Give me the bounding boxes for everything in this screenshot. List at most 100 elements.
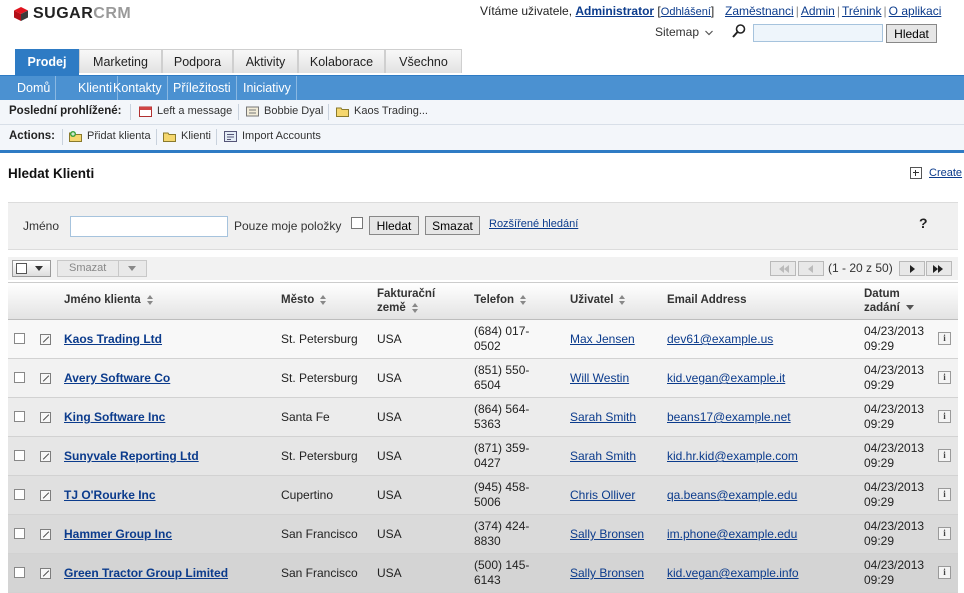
assigned-user-link[interactable]: Chris Olliver xyxy=(570,488,635,502)
next-page-button[interactable] xyxy=(899,261,925,276)
row-checkbox[interactable] xyxy=(14,528,25,539)
about-link[interactable]: O aplikaci xyxy=(889,4,942,18)
global-search-button[interactable]: Hledat xyxy=(886,24,937,43)
name-search-input[interactable] xyxy=(70,216,228,237)
row-checkbox[interactable] xyxy=(14,567,25,578)
email-link[interactable]: kid.vegan@example.it xyxy=(667,371,785,385)
account-name-link[interactable]: King Software Inc xyxy=(64,410,165,424)
col-header-user[interactable]: Uživatel xyxy=(570,294,626,306)
advanced-search-link[interactable]: Rozšířené hledání xyxy=(489,218,578,230)
current-user-link[interactable]: Administrator xyxy=(575,4,654,18)
search-button[interactable]: Hledat xyxy=(369,216,419,235)
col-header-account-name[interactable]: Jméno klienta xyxy=(64,294,154,306)
email-link[interactable]: qa.beans@example.edu xyxy=(667,488,797,502)
email-link[interactable]: im.phone@example.edu xyxy=(667,527,797,541)
tab-kolaborace[interactable]: Kolaborace xyxy=(298,49,385,73)
logo-text: SUGARCRM xyxy=(33,5,132,22)
edit-pencil-icon[interactable] xyxy=(40,373,51,384)
edit-pencil-icon[interactable] xyxy=(40,490,51,501)
assigned-user-link[interactable]: Sally Bronsen xyxy=(570,527,644,541)
assigned-user-link[interactable]: Sally Bronsen xyxy=(570,566,644,580)
edit-pencil-icon[interactable] xyxy=(40,412,51,423)
row-checkbox[interactable] xyxy=(14,489,25,500)
info-icon[interactable]: i xyxy=(938,410,951,423)
create-label[interactable]: Create xyxy=(929,167,962,179)
subtab-prilezitosti[interactable]: Příležitosti xyxy=(168,76,237,100)
info-icon[interactable]: i xyxy=(938,488,951,501)
col-header-email[interactable]: Email Address xyxy=(667,294,746,306)
action-import-accounts[interactable]: Import Accounts xyxy=(224,130,321,142)
assigned-user-link[interactable]: Max Jensen xyxy=(570,332,635,346)
account-name-link[interactable]: Sunyvale Reporting Ltd xyxy=(64,449,199,463)
logout-link[interactable]: Odhlášení xyxy=(661,6,711,18)
edit-pencil-icon[interactable] xyxy=(40,529,51,540)
col-header-date-entered[interactable]: Datum zadání xyxy=(864,287,914,315)
training-link[interactable]: Trénink xyxy=(842,4,882,18)
select-all-dropdown[interactable] xyxy=(12,260,51,277)
info-icon[interactable]: i xyxy=(938,371,951,384)
edit-pencil-icon[interactable] xyxy=(40,451,51,462)
date-entered-cell: 04/23/2013 09:29 xyxy=(864,402,925,431)
assigned-user-link[interactable]: Sarah Smith xyxy=(570,410,636,424)
account-name-link[interactable]: Hammer Group Inc xyxy=(64,527,172,541)
admin-link[interactable]: Admin xyxy=(801,4,835,18)
col-header-phone[interactable]: Telefon xyxy=(474,294,527,306)
action-add-account[interactable]: Přidat klienta xyxy=(69,130,151,142)
email-link[interactable]: kid.vegan@example.info xyxy=(667,566,799,580)
subtab-domu[interactable]: Domů xyxy=(12,76,57,100)
tab-prodej[interactable]: Prodej xyxy=(15,49,79,75)
edit-pencil-icon[interactable] xyxy=(40,334,51,345)
subtab-iniciativy[interactable]: Iniciativy xyxy=(238,76,297,100)
previous-page-button[interactable] xyxy=(798,261,824,276)
city-cell: Cupertino xyxy=(281,488,334,502)
recent-item-left-a-message[interactable]: Left a message xyxy=(139,105,232,117)
account-name-link[interactable]: Green Tractor Group Limited xyxy=(64,566,228,580)
row-checkbox[interactable] xyxy=(14,372,25,383)
select-all-checkbox[interactable] xyxy=(16,263,27,274)
employees-link[interactable]: Zaměstnanci xyxy=(725,4,794,18)
help-icon[interactable]: ? xyxy=(919,215,928,231)
recent-item-bobbie-dyal[interactable]: Bobbie Dyal xyxy=(246,105,323,117)
phone-cell: (684) 017- 0502 xyxy=(474,324,530,353)
info-icon[interactable]: i xyxy=(938,527,951,540)
info-icon[interactable]: i xyxy=(938,332,951,345)
action-accounts-list[interactable]: Klienti xyxy=(163,130,211,142)
import-icon xyxy=(224,130,237,142)
billing-country-cell: USA xyxy=(377,410,402,424)
edit-pencil-icon[interactable] xyxy=(40,568,51,579)
tab-marketing[interactable]: Marketing xyxy=(79,49,162,73)
row-checkbox[interactable] xyxy=(14,450,25,461)
assigned-user-link[interactable]: Sarah Smith xyxy=(570,449,636,463)
sugarcrm-logo[interactable]: SUGARCRM xyxy=(14,3,131,25)
search-icon[interactable] xyxy=(731,23,747,39)
email-link[interactable]: kid.hr.kid@example.com xyxy=(667,449,798,463)
assigned-user-link[interactable]: Will Westin xyxy=(570,371,629,385)
recent-item-kaos-trading[interactable]: Kaos Trading... xyxy=(336,105,428,117)
tab-vsechno[interactable]: Všechno xyxy=(385,49,462,73)
account-name-link[interactable]: Kaos Trading Ltd xyxy=(64,332,162,346)
first-page-button[interactable] xyxy=(770,261,796,276)
email-link[interactable]: beans17@example.net xyxy=(667,410,791,424)
create-link[interactable]: Create xyxy=(910,167,962,179)
only-mine-checkbox[interactable] xyxy=(351,217,363,229)
table-row: Hammer Group Inc San Francisco USA Sally Br… xyxy=(8,515,958,554)
phone-cell: (945) 458- 5006 xyxy=(474,480,530,509)
account-name-link[interactable]: Avery Software Co xyxy=(64,371,170,385)
last-page-button[interactable] xyxy=(926,261,952,276)
info-icon[interactable]: i xyxy=(938,449,951,462)
global-search-input[interactable] xyxy=(753,24,883,42)
col-header-city[interactable]: Město xyxy=(281,294,327,306)
tab-podpora[interactable]: Podpora xyxy=(162,49,233,73)
account-name-link[interactable]: TJ O'Rourke Inc xyxy=(64,488,156,502)
email-link[interactable]: dev61@example.us xyxy=(667,332,773,346)
subtab-kontakty[interactable]: Kontakty xyxy=(108,76,168,100)
info-icon[interactable]: i xyxy=(938,566,951,579)
delete-button[interactable]: Smazat xyxy=(57,260,147,277)
folder-icon xyxy=(163,132,176,142)
row-checkbox[interactable] xyxy=(14,333,25,344)
sitemap-dropdown[interactable]: Sitemap xyxy=(655,25,714,39)
tab-aktivity[interactable]: Aktivity xyxy=(233,49,298,73)
col-header-billing-country[interactable]: Fakturační země xyxy=(377,287,435,315)
row-checkbox[interactable] xyxy=(14,411,25,422)
clear-button[interactable]: Smazat xyxy=(425,216,480,235)
